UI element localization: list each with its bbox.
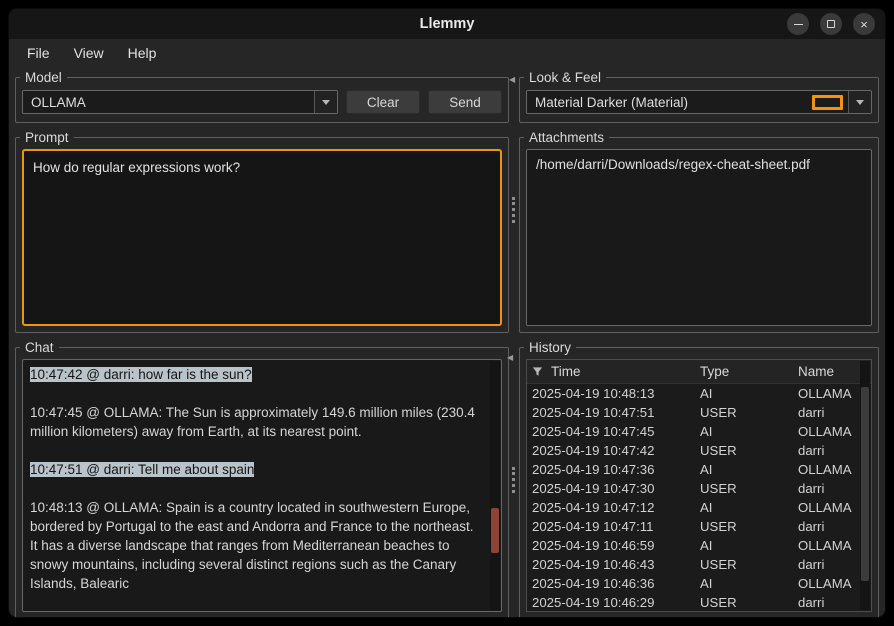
look-feel-dropdown-arrow[interactable] xyxy=(848,91,871,113)
chat-message: 10:47:45 @ OLLAMA: The Sun is approximat… xyxy=(30,403,483,441)
column-header-time[interactable]: Time xyxy=(527,364,700,379)
cell-time: 2025-04-19 10:47:45 xyxy=(527,424,700,439)
attachments-group-label: Attachments xyxy=(524,129,609,146)
attachments-group: Attachments /home/darri/Downloads/regex-… xyxy=(519,137,879,333)
chat-scrollbar-thumb[interactable] xyxy=(491,508,499,553)
history-group: History Time Type Name 2025-04-19 10:48:… xyxy=(519,347,879,618)
cell-time: 2025-04-19 10:47:11 xyxy=(527,519,700,534)
history-group-label: History xyxy=(524,339,576,356)
prompt-group: Prompt How do regular expressions work? xyxy=(15,137,509,333)
table-row[interactable]: 2025-04-19 10:47:36AIOLLAMA xyxy=(527,460,871,479)
table-row[interactable]: 2025-04-19 10:47:45AIOLLAMA xyxy=(527,422,871,441)
table-row[interactable]: 2025-04-19 10:47:11USERdarri xyxy=(527,517,871,536)
cell-type: AI xyxy=(700,538,798,553)
cell-time: 2025-04-19 10:46:29 xyxy=(527,595,700,610)
model-group-label: Model xyxy=(20,69,67,86)
table-row[interactable]: 2025-04-19 10:46:29USERdarri xyxy=(527,593,871,612)
send-button[interactable]: Send xyxy=(428,90,502,114)
attachment-item[interactable]: /home/darri/Downloads/regex-cheat-sheet.… xyxy=(536,157,862,172)
maximize-icon xyxy=(827,20,835,28)
menu-bar: File View Help xyxy=(9,39,885,67)
table-row[interactable]: 2025-04-19 10:47:30USERdarri xyxy=(527,479,871,498)
cell-time: 2025-04-19 10:47:42 xyxy=(527,443,700,458)
cell-type: USER xyxy=(700,443,798,458)
cell-type: AI xyxy=(700,424,798,439)
accent-color-swatch xyxy=(812,95,843,110)
splitter-handle[interactable] xyxy=(512,197,515,223)
chevron-down-icon xyxy=(322,100,330,105)
window-controls: × xyxy=(787,13,875,35)
prompt-input[interactable]: How do regular expressions work? xyxy=(22,149,502,326)
menu-file[interactable]: File xyxy=(17,42,60,64)
cell-type: AI xyxy=(700,576,798,591)
chevron-down-icon xyxy=(856,100,864,105)
window-title: Llemmy xyxy=(420,16,475,32)
minimize-button[interactable] xyxy=(787,13,809,35)
cell-time: 2025-04-19 10:48:13 xyxy=(527,386,700,401)
history-table[interactable]: Time Type Name 2025-04-19 10:48:13AIOLLA… xyxy=(526,359,872,612)
cell-time: 2025-04-19 10:46:59 xyxy=(527,538,700,553)
model-group: Model OLLAMA Clear Send xyxy=(15,77,509,123)
main-content: Model OLLAMA Clear Send Look & Feel Mate… xyxy=(9,67,885,618)
chat-message: 10:47:51 @ darri: Tell me about spain xyxy=(30,460,483,479)
prompt-group-label: Prompt xyxy=(20,129,74,146)
maximize-button[interactable] xyxy=(820,13,842,35)
column-header-type[interactable]: Type xyxy=(700,364,798,379)
minimize-icon xyxy=(794,24,803,25)
chat-log[interactable]: 10:47:42 @ darri: how far is the sun? 10… xyxy=(22,359,502,612)
cell-type: AI xyxy=(700,462,798,477)
model-select[interactable]: OLLAMA xyxy=(22,90,338,114)
cell-type: AI xyxy=(700,500,798,515)
cell-type: USER xyxy=(700,481,798,496)
clear-button[interactable]: Clear xyxy=(346,90,420,114)
cell-time: 2025-04-19 10:47:30 xyxy=(527,481,700,496)
attachments-list[interactable]: /home/darri/Downloads/regex-cheat-sheet.… xyxy=(526,149,872,326)
app-window: Llemmy × File View Help Model OLLAMA Cle… xyxy=(8,8,886,618)
close-icon: × xyxy=(860,17,868,32)
look-feel-group: Look & Feel Material Darker (Material) xyxy=(519,77,879,123)
table-row[interactable]: 2025-04-19 10:47:12AIOLLAMA xyxy=(527,498,871,517)
history-scrollbar-thumb[interactable] xyxy=(861,387,869,581)
cell-type: USER xyxy=(700,557,798,572)
table-row[interactable]: 2025-04-19 10:46:36AIOLLAMA xyxy=(527,574,871,593)
table-row[interactable]: 2025-04-19 10:48:13AIOLLAMA xyxy=(527,384,871,403)
close-button[interactable]: × xyxy=(853,13,875,35)
history-table-header: Time Type Name xyxy=(527,360,871,384)
chat-message: 10:48:13 @ OLLAMA: Spain is a country lo… xyxy=(30,498,483,593)
cell-time: 2025-04-19 10:47:12 xyxy=(527,500,700,515)
look-feel-group-label: Look & Feel xyxy=(524,69,606,86)
cell-time: 2025-04-19 10:46:43 xyxy=(527,557,700,572)
menu-view[interactable]: View xyxy=(64,42,114,64)
cell-time: 2025-04-19 10:47:51 xyxy=(527,405,700,420)
cell-type: USER xyxy=(700,405,798,420)
splitter-collapse-arrow[interactable]: ◀ xyxy=(509,76,515,84)
history-scrollbar[interactable] xyxy=(860,361,870,610)
model-selected-value: OLLAMA xyxy=(23,95,314,110)
look-feel-select[interactable]: Material Darker (Material) xyxy=(526,90,872,114)
cell-type: USER xyxy=(700,595,798,610)
model-dropdown-arrow[interactable] xyxy=(314,91,337,113)
title-bar[interactable]: Llemmy × xyxy=(9,9,885,39)
chat-group: Chat 10:47:42 @ darri: how far is the su… xyxy=(15,347,509,618)
row-chat-history: Chat 10:47:42 @ darri: how far is the su… xyxy=(15,347,879,618)
cell-type: USER xyxy=(700,519,798,534)
splitter-handle[interactable] xyxy=(512,467,515,493)
cell-type: AI xyxy=(700,386,798,401)
chat-group-label: Chat xyxy=(20,339,59,356)
chat-message: 10:47:42 @ darri: how far is the sun? xyxy=(30,365,483,384)
cell-time: 2025-04-19 10:46:36 xyxy=(527,576,700,591)
table-row[interactable]: 2025-04-19 10:46:43USERdarri xyxy=(527,555,871,574)
row-prompt-attachments: Prompt How do regular expressions work? … xyxy=(15,137,879,333)
table-row[interactable]: 2025-04-19 10:47:51USERdarri xyxy=(527,403,871,422)
row-model-lookfeel: Model OLLAMA Clear Send Look & Feel Mate… xyxy=(15,77,879,123)
filter-icon[interactable] xyxy=(532,366,543,377)
look-feel-selected-value: Material Darker (Material) xyxy=(527,95,812,110)
table-row[interactable]: 2025-04-19 10:46:59AIOLLAMA xyxy=(527,536,871,555)
cell-time: 2025-04-19 10:47:36 xyxy=(527,462,700,477)
table-row[interactable]: 2025-04-19 10:47:42USERdarri xyxy=(527,441,871,460)
chat-scrollbar[interactable] xyxy=(490,361,500,610)
splitter-collapse-arrow[interactable]: ◀ xyxy=(507,354,513,362)
menu-help[interactable]: Help xyxy=(118,42,167,64)
